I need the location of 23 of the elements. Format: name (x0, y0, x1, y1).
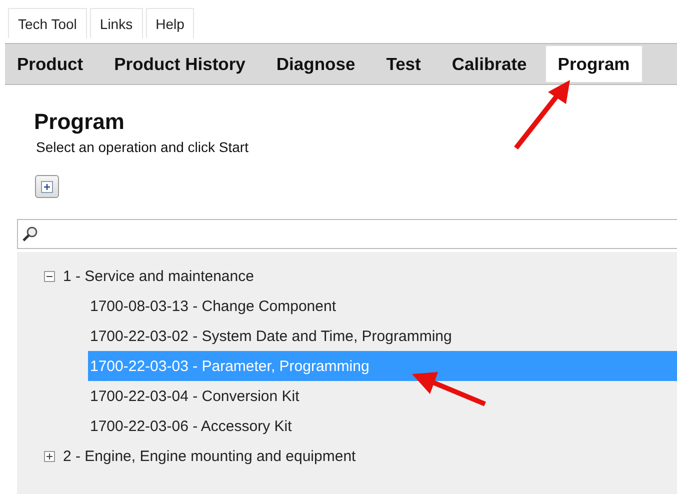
instruction-text: Select an operation and click Start (36, 139, 250, 155)
menu-item[interactable]: Links (90, 8, 143, 38)
page-heading: Program (34, 109, 126, 136)
nav-tab[interactable]: Product (5, 44, 96, 84)
expand-all-button[interactable] (35, 175, 59, 198)
tree-group-label[interactable]: 2 - Engine, Engine mounting and equipment (63, 448, 356, 464)
expand-icon[interactable] (44, 450, 55, 462)
nav-tab[interactable]: Diagnose (264, 44, 368, 84)
nav-tab[interactable]: Product History (102, 44, 258, 84)
plus-icon (41, 180, 53, 192)
search-icon (22, 226, 38, 242)
search-field[interactable] (17, 219, 677, 249)
collapse-icon[interactable] (44, 270, 55, 282)
menu-item[interactable]: Help (146, 8, 194, 38)
tree-item[interactable]: 1700-22-03-06 - Accessory Kit (88, 411, 677, 441)
tree-group-label[interactable]: 1 - Service and maintenance (63, 268, 254, 284)
nav-tab[interactable]: Program (546, 46, 642, 82)
menu-item[interactable]: Tech Tool (8, 8, 87, 38)
nav-tab[interactable]: Calibrate (440, 44, 539, 84)
nav-tab[interactable]: Test (374, 44, 433, 84)
tree-item[interactable]: 1700-08-03-13 - Change Component (88, 291, 677, 321)
tree-item[interactable]: 1700-22-03-02 - System Date and Time, Programming (88, 321, 677, 351)
tree-item[interactable]: 1700-22-03-04 - Conversion Kit (88, 381, 677, 411)
